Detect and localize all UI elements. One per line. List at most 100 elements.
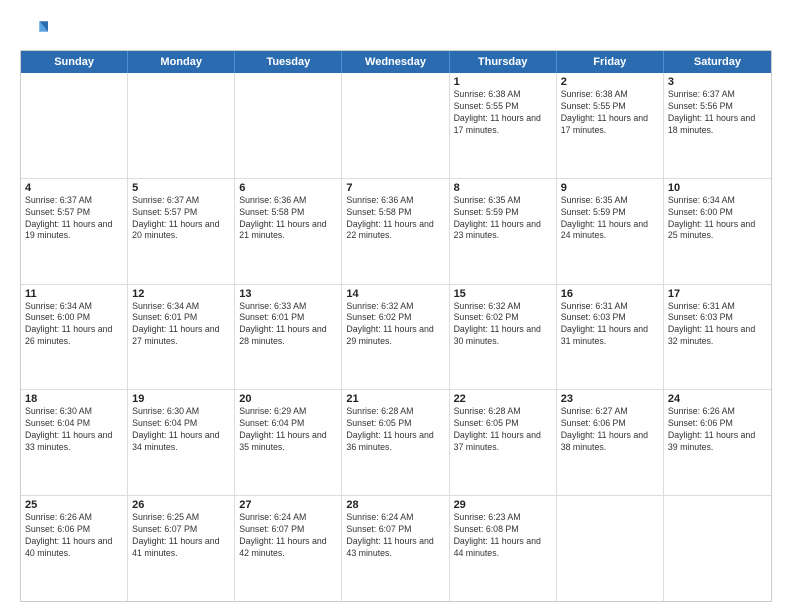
cell-info: Sunrise: 6:30 AM Sunset: 6:04 PM Dayligh… <box>25 406 123 454</box>
cell-day-number: 9 <box>561 182 659 194</box>
table-row <box>128 73 235 178</box>
header-day-tuesday: Tuesday <box>235 51 342 73</box>
cell-day-number: 24 <box>668 393 767 405</box>
cell-day-number: 22 <box>454 393 552 405</box>
cell-info: Sunrise: 6:37 AM Sunset: 5:57 PM Dayligh… <box>132 195 230 243</box>
cell-day-number: 1 <box>454 76 552 88</box>
header-day-thursday: Thursday <box>450 51 557 73</box>
cell-info: Sunrise: 6:32 AM Sunset: 6:02 PM Dayligh… <box>346 301 444 349</box>
cell-day-number: 8 <box>454 182 552 194</box>
cell-info: Sunrise: 6:24 AM Sunset: 6:07 PM Dayligh… <box>239 512 337 560</box>
cell-day-number: 11 <box>25 288 123 300</box>
table-row: 20Sunrise: 6:29 AM Sunset: 6:04 PM Dayli… <box>235 390 342 495</box>
cell-day-number: 5 <box>132 182 230 194</box>
table-row: 26Sunrise: 6:25 AM Sunset: 6:07 PM Dayli… <box>128 496 235 601</box>
table-row: 21Sunrise: 6:28 AM Sunset: 6:05 PM Dayli… <box>342 390 449 495</box>
table-row <box>235 73 342 178</box>
cell-info: Sunrise: 6:35 AM Sunset: 5:59 PM Dayligh… <box>454 195 552 243</box>
logo <box>20 16 52 44</box>
calendar-row-1: 4Sunrise: 6:37 AM Sunset: 5:57 PM Daylig… <box>21 179 771 285</box>
table-row: 17Sunrise: 6:31 AM Sunset: 6:03 PM Dayli… <box>664 285 771 390</box>
table-row: 12Sunrise: 6:34 AM Sunset: 6:01 PM Dayli… <box>128 285 235 390</box>
table-row: 28Sunrise: 6:24 AM Sunset: 6:07 PM Dayli… <box>342 496 449 601</box>
cell-info: Sunrise: 6:36 AM Sunset: 5:58 PM Dayligh… <box>239 195 337 243</box>
cell-info: Sunrise: 6:27 AM Sunset: 6:06 PM Dayligh… <box>561 406 659 454</box>
cell-day-number: 28 <box>346 499 444 511</box>
table-row: 29Sunrise: 6:23 AM Sunset: 6:08 PM Dayli… <box>450 496 557 601</box>
cell-info: Sunrise: 6:26 AM Sunset: 6:06 PM Dayligh… <box>25 512 123 560</box>
cell-day-number: 19 <box>132 393 230 405</box>
cell-day-number: 12 <box>132 288 230 300</box>
table-row: 10Sunrise: 6:34 AM Sunset: 6:00 PM Dayli… <box>664 179 771 284</box>
header <box>20 16 772 44</box>
cell-info: Sunrise: 6:25 AM Sunset: 6:07 PM Dayligh… <box>132 512 230 560</box>
header-day-monday: Monday <box>128 51 235 73</box>
calendar-row-3: 18Sunrise: 6:30 AM Sunset: 6:04 PM Dayli… <box>21 390 771 496</box>
cell-day-number: 7 <box>346 182 444 194</box>
cell-info: Sunrise: 6:29 AM Sunset: 6:04 PM Dayligh… <box>239 406 337 454</box>
cell-info: Sunrise: 6:26 AM Sunset: 6:06 PM Dayligh… <box>668 406 767 454</box>
cell-info: Sunrise: 6:38 AM Sunset: 5:55 PM Dayligh… <box>454 89 552 137</box>
cell-day-number: 2 <box>561 76 659 88</box>
table-row: 24Sunrise: 6:26 AM Sunset: 6:06 PM Dayli… <box>664 390 771 495</box>
cell-day-number: 29 <box>454 499 552 511</box>
table-row: 3Sunrise: 6:37 AM Sunset: 5:56 PM Daylig… <box>664 73 771 178</box>
table-row: 1Sunrise: 6:38 AM Sunset: 5:55 PM Daylig… <box>450 73 557 178</box>
table-row: 18Sunrise: 6:30 AM Sunset: 6:04 PM Dayli… <box>21 390 128 495</box>
cell-info: Sunrise: 6:36 AM Sunset: 5:58 PM Dayligh… <box>346 195 444 243</box>
table-row <box>557 496 664 601</box>
cell-info: Sunrise: 6:28 AM Sunset: 6:05 PM Dayligh… <box>346 406 444 454</box>
cell-day-number: 27 <box>239 499 337 511</box>
header-day-saturday: Saturday <box>664 51 771 73</box>
cell-info: Sunrise: 6:24 AM Sunset: 6:07 PM Dayligh… <box>346 512 444 560</box>
cell-info: Sunrise: 6:30 AM Sunset: 6:04 PM Dayligh… <box>132 406 230 454</box>
calendar-row-0: 1Sunrise: 6:38 AM Sunset: 5:55 PM Daylig… <box>21 73 771 179</box>
table-row: 9Sunrise: 6:35 AM Sunset: 5:59 PM Daylig… <box>557 179 664 284</box>
table-row: 27Sunrise: 6:24 AM Sunset: 6:07 PM Dayli… <box>235 496 342 601</box>
cell-info: Sunrise: 6:34 AM Sunset: 6:01 PM Dayligh… <box>132 301 230 349</box>
cell-info: Sunrise: 6:32 AM Sunset: 6:02 PM Dayligh… <box>454 301 552 349</box>
cell-day-number: 15 <box>454 288 552 300</box>
cell-day-number: 3 <box>668 76 767 88</box>
cell-info: Sunrise: 6:34 AM Sunset: 6:00 PM Dayligh… <box>668 195 767 243</box>
cell-info: Sunrise: 6:37 AM Sunset: 5:56 PM Dayligh… <box>668 89 767 137</box>
cell-info: Sunrise: 6:34 AM Sunset: 6:00 PM Dayligh… <box>25 301 123 349</box>
cell-day-number: 23 <box>561 393 659 405</box>
table-row: 11Sunrise: 6:34 AM Sunset: 6:00 PM Dayli… <box>21 285 128 390</box>
calendar-row-4: 25Sunrise: 6:26 AM Sunset: 6:06 PM Dayli… <box>21 496 771 601</box>
header-day-friday: Friday <box>557 51 664 73</box>
cell-day-number: 17 <box>668 288 767 300</box>
table-row: 19Sunrise: 6:30 AM Sunset: 6:04 PM Dayli… <box>128 390 235 495</box>
table-row: 15Sunrise: 6:32 AM Sunset: 6:02 PM Dayli… <box>450 285 557 390</box>
cell-day-number: 16 <box>561 288 659 300</box>
cell-day-number: 14 <box>346 288 444 300</box>
cell-info: Sunrise: 6:33 AM Sunset: 6:01 PM Dayligh… <box>239 301 337 349</box>
calendar-body: 1Sunrise: 6:38 AM Sunset: 5:55 PM Daylig… <box>21 73 771 601</box>
cell-info: Sunrise: 6:35 AM Sunset: 5:59 PM Dayligh… <box>561 195 659 243</box>
cell-info: Sunrise: 6:28 AM Sunset: 6:05 PM Dayligh… <box>454 406 552 454</box>
table-row: 14Sunrise: 6:32 AM Sunset: 6:02 PM Dayli… <box>342 285 449 390</box>
table-row <box>342 73 449 178</box>
cell-info: Sunrise: 6:31 AM Sunset: 6:03 PM Dayligh… <box>668 301 767 349</box>
cell-day-number: 6 <box>239 182 337 194</box>
cell-day-number: 13 <box>239 288 337 300</box>
page: SundayMondayTuesdayWednesdayThursdayFrid… <box>0 0 792 612</box>
calendar-row-2: 11Sunrise: 6:34 AM Sunset: 6:00 PM Dayli… <box>21 285 771 391</box>
table-row: 16Sunrise: 6:31 AM Sunset: 6:03 PM Dayli… <box>557 285 664 390</box>
table-row: 6Sunrise: 6:36 AM Sunset: 5:58 PM Daylig… <box>235 179 342 284</box>
table-row: 5Sunrise: 6:37 AM Sunset: 5:57 PM Daylig… <box>128 179 235 284</box>
table-row: 4Sunrise: 6:37 AM Sunset: 5:57 PM Daylig… <box>21 179 128 284</box>
table-row: 2Sunrise: 6:38 AM Sunset: 5:55 PM Daylig… <box>557 73 664 178</box>
table-row <box>21 73 128 178</box>
cell-info: Sunrise: 6:37 AM Sunset: 5:57 PM Dayligh… <box>25 195 123 243</box>
logo-icon <box>20 16 48 44</box>
header-day-sunday: Sunday <box>21 51 128 73</box>
cell-day-number: 20 <box>239 393 337 405</box>
table-row: 7Sunrise: 6:36 AM Sunset: 5:58 PM Daylig… <box>342 179 449 284</box>
cell-info: Sunrise: 6:31 AM Sunset: 6:03 PM Dayligh… <box>561 301 659 349</box>
calendar: SundayMondayTuesdayWednesdayThursdayFrid… <box>20 50 772 602</box>
header-day-wednesday: Wednesday <box>342 51 449 73</box>
table-row <box>664 496 771 601</box>
cell-day-number: 21 <box>346 393 444 405</box>
table-row: 13Sunrise: 6:33 AM Sunset: 6:01 PM Dayli… <box>235 285 342 390</box>
